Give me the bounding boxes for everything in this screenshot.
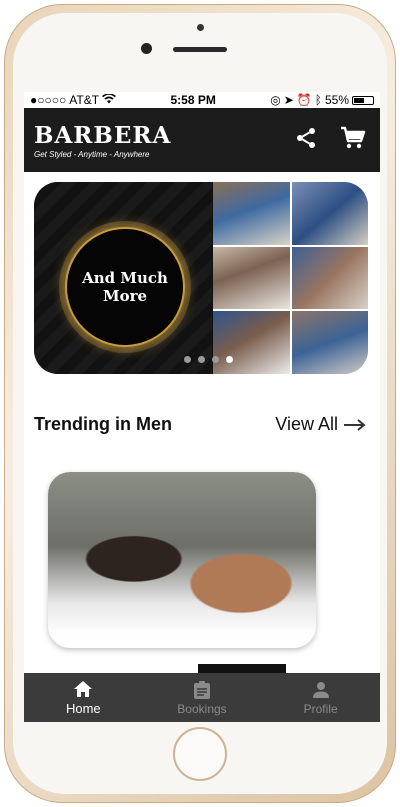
app-bar: BARBERA Get Styled - Anytime - Anywhere xyxy=(24,108,380,172)
clock: 5:58 PM xyxy=(170,93,216,107)
promo-photo xyxy=(291,311,368,374)
section-title: Trending in Men xyxy=(34,414,172,434)
cart-icon[interactable] xyxy=(340,126,366,155)
promo-photo xyxy=(213,246,290,310)
battery-fill xyxy=(354,97,364,103)
nav-label: Bookings xyxy=(177,701,227,716)
nav-label: Home xyxy=(65,701,101,716)
status-left: ●○○○○ AT&T xyxy=(30,93,117,107)
status-bar: ●○○○○ AT&T 5:58 PM ◎ ➤ ⏰ ᛒ 55% xyxy=(24,92,380,108)
trending-service-card[interactable] xyxy=(48,472,316,648)
earpiece-speaker xyxy=(173,47,227,52)
status-right: ◎ ➤ ⏰ ᛒ 55% xyxy=(270,93,374,107)
carousel-dot[interactable] xyxy=(226,356,233,363)
battery-icon xyxy=(352,95,374,105)
lock-rotation-icon: ◎ xyxy=(270,93,281,107)
logo-tagline: Get Styled - Anytime - Anywhere xyxy=(34,149,150,159)
arrow-right-icon xyxy=(344,418,366,431)
person-icon xyxy=(310,680,332,700)
carousel-dot[interactable] xyxy=(184,356,191,363)
promo-badge: And Much More xyxy=(65,227,185,347)
promo-photo xyxy=(213,311,290,374)
signal-icon: ●○○○○ xyxy=(30,93,67,107)
promo-photo-grid xyxy=(213,182,368,374)
promo-banner: And Much More xyxy=(34,182,212,374)
front-camera xyxy=(141,43,152,54)
alarm-icon: ⏰ xyxy=(296,93,312,107)
clipboard-icon xyxy=(191,680,213,700)
promo-text-line2: More xyxy=(102,287,148,305)
service-image xyxy=(48,472,316,636)
app-screen: ●○○○○ AT&T 5:58 PM ◎ ➤ ⏰ ᛒ 55% BARBERA G… xyxy=(24,92,380,722)
nav-item-bookings[interactable]: Bookings xyxy=(152,680,252,716)
wifi-icon xyxy=(102,93,117,107)
share-icon[interactable] xyxy=(294,126,318,155)
home-button[interactable] xyxy=(173,727,227,781)
nav-item-profile[interactable]: Profile xyxy=(271,680,371,716)
promo-carousel[interactable]: And Much More xyxy=(34,182,368,374)
promo-photo xyxy=(291,182,368,245)
carousel-page-indicator xyxy=(184,356,233,363)
bluetooth-icon: ᛒ xyxy=(314,93,322,107)
app-logo[interactable]: BARBERA Get Styled - Anytime - Anywhere xyxy=(34,122,171,159)
promo-photo xyxy=(291,246,368,310)
logo-title: BARBERA xyxy=(34,121,172,149)
carousel-dot[interactable] xyxy=(212,356,219,363)
front-sensor xyxy=(197,24,204,31)
view-all-link[interactable]: View All xyxy=(275,414,366,435)
home-icon xyxy=(72,679,94,699)
carousel-dot[interactable] xyxy=(198,356,205,363)
app-bar-actions xyxy=(294,126,370,155)
bottom-navigation: Home Bookings Profile xyxy=(24,673,380,722)
battery-percent: 55% xyxy=(324,93,349,107)
promo-photo xyxy=(213,182,290,245)
carrier-label: AT&T xyxy=(69,93,100,107)
trending-section-header: Trending in Men View All xyxy=(34,414,366,435)
promo-text-line1: And Much xyxy=(82,269,168,287)
location-icon: ➤ xyxy=(283,93,294,107)
nav-label: Profile xyxy=(303,701,338,716)
view-all-label: View All xyxy=(275,414,338,434)
nav-item-home[interactable]: Home xyxy=(33,679,133,716)
